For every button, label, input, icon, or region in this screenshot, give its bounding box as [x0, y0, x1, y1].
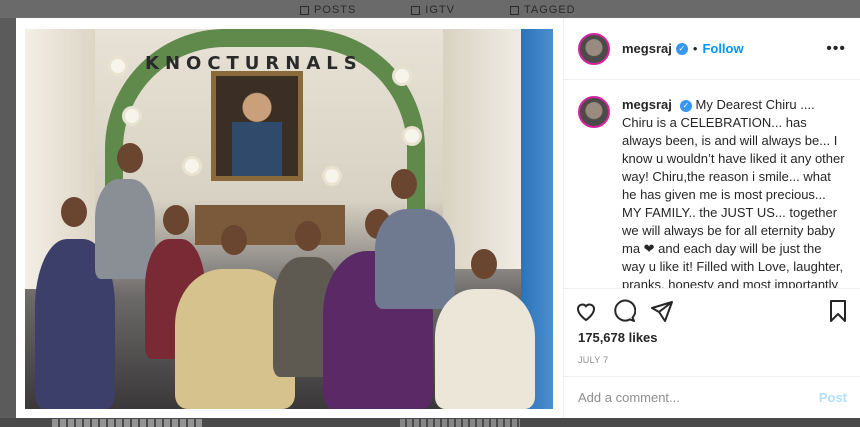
tab-posts[interactable]: POSTS: [300, 4, 356, 16]
action-bar: [564, 288, 860, 326]
photo-flower: [395, 69, 409, 83]
photo-person: [375, 209, 455, 309]
more-icon[interactable]: •••: [826, 40, 846, 58]
profile-tabs: POSTS IGTV TAGGED: [300, 4, 576, 16]
avatar[interactable]: [578, 96, 610, 128]
post-header: megsraj ✓ • Follow •••: [564, 18, 860, 80]
photo-flower: [125, 109, 139, 123]
photo-curtain: [443, 29, 523, 269]
post-media-pane: KNOCTURNALS: [16, 18, 563, 418]
photo-person: [435, 289, 535, 409]
grid-thumbnail-text: [52, 419, 202, 427]
avatar[interactable]: [578, 32, 610, 65]
grid-icon: [300, 5, 309, 15]
likes-count[interactable]: 175,678 likes: [564, 326, 860, 345]
caption: megsraj ✓ My Dearest Chiru .... Chiru is …: [622, 96, 846, 288]
photo-flower: [405, 129, 419, 143]
username-link[interactable]: megsraj: [622, 97, 672, 112]
follow-button[interactable]: Follow: [702, 41, 743, 56]
photo-flower: [185, 159, 199, 173]
heart-icon[interactable]: [574, 299, 598, 323]
comment-bar: Post: [564, 376, 860, 418]
verified-badge-icon: ✓: [679, 99, 692, 112]
photo-flower: [111, 59, 125, 73]
igtv-icon: [411, 5, 421, 15]
photo-portrait-frame: [211, 71, 303, 181]
photo-table: [195, 205, 345, 245]
photo-person: [95, 179, 155, 279]
post-photo[interactable]: KNOCTURNALS: [25, 29, 553, 409]
post-info-pane: megsraj ✓ • Follow ••• megsraj ✓ My Deare…: [563, 18, 860, 418]
grid-thumbnail-text: [400, 419, 520, 427]
share-icon[interactable]: [650, 299, 674, 323]
username-link[interactable]: megsraj: [622, 41, 672, 56]
post-button[interactable]: Post: [819, 390, 847, 405]
comment-icon[interactable]: [612, 299, 636, 323]
tab-igtv[interactable]: IGTV: [411, 4, 455, 16]
tag-icon: [509, 5, 519, 15]
tab-tagged[interactable]: TAGGED: [509, 4, 576, 16]
post-date[interactable]: JULY 7: [564, 345, 860, 365]
caption-text: My Dearest Chiru .... Chiru is a CELEBRA…: [622, 97, 845, 288]
verified-badge-icon: ✓: [675, 42, 688, 55]
bookmark-icon[interactable]: [826, 299, 850, 323]
caption-area: megsraj ✓ My Dearest Chiru .... Chiru is …: [564, 80, 860, 288]
separator-dot: •: [692, 41, 698, 56]
comment-input[interactable]: [578, 390, 819, 405]
photo-flower: [325, 169, 339, 183]
post-modal: KNOCTURNALS megsraj ✓ • Follow ••• megsr…: [16, 18, 860, 418]
